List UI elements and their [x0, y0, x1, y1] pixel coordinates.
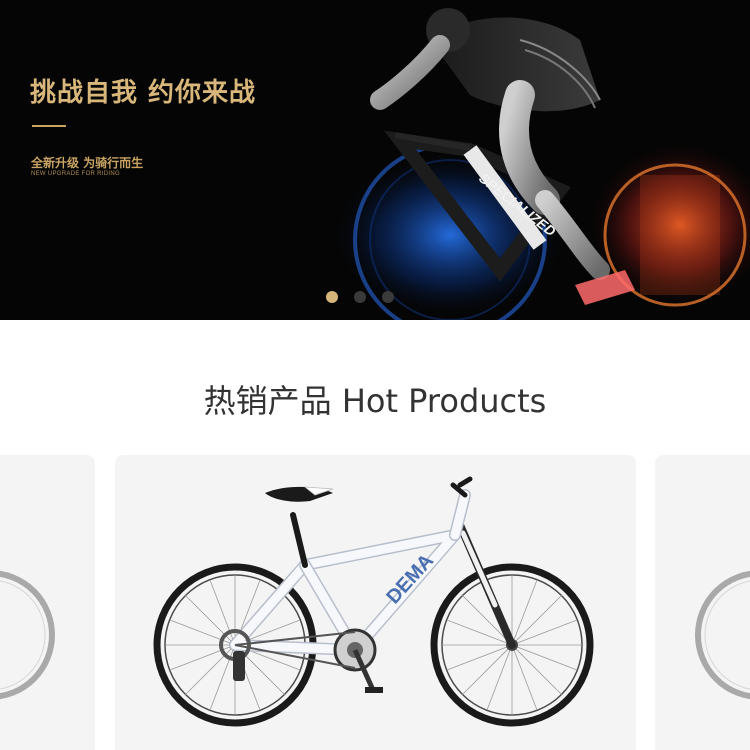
frame-brand-text: DEMA	[382, 550, 438, 608]
bicycle-image: DEMA	[153, 476, 594, 727]
product-card-next[interactable]	[655, 455, 750, 750]
product-card-previous[interactable]	[0, 455, 95, 750]
bicycle-image	[0, 570, 55, 700]
carousel-pagination	[326, 291, 394, 303]
banner-subtitle-en: NEW UPGRADE FOR RIDING	[31, 171, 120, 177]
bicycle-image	[695, 570, 750, 700]
banner-headline: 挑战自我 约你来战	[30, 78, 257, 108]
section-title-hot-products: 热销产品 Hot Products	[203, 382, 547, 420]
product-card-featured[interactable]: DEMA	[115, 455, 636, 750]
banner-divider	[32, 125, 66, 127]
banner-subtitle-cn: 全新升级 为骑行而生	[31, 156, 144, 170]
carousel-dot-1[interactable]	[326, 291, 338, 303]
carousel-dot-2[interactable]	[354, 291, 366, 303]
carousel-dot-3[interactable]	[382, 291, 394, 303]
page: SPECIALIZED 挑战自我 约你来战 全新升级 为骑行而生 NEW UPG…	[0, 0, 750, 750]
hero-banner[interactable]: SPECIALIZED 挑战自我 约你来战 全新升级 为骑行而生 NEW UPG…	[0, 0, 750, 320]
